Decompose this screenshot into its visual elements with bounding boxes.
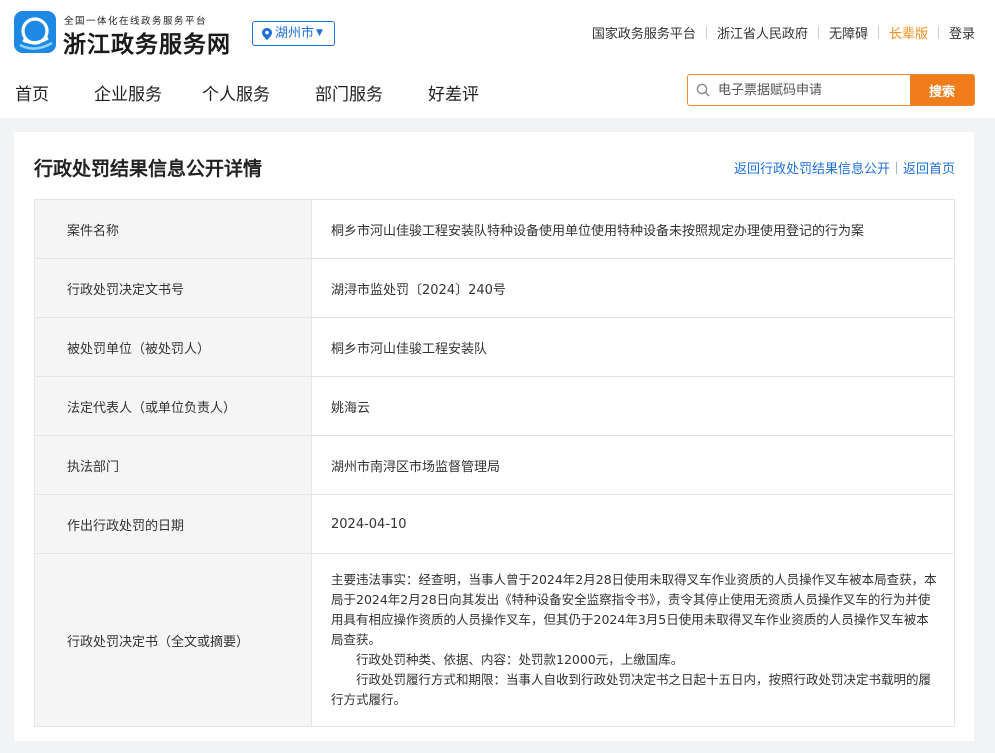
field-label: 案件名称: [34, 199, 312, 259]
field-label: 行政处罚决定书（全文或摘要）: [34, 553, 312, 727]
field-value: 湖浔市监处罚〔2024〕240号: [311, 258, 955, 318]
site-header: 全国一体化在线政务服务平台 浙江政务服务网 湖州市 ▼ 国家政务服务平台 浙江省…: [0, 0, 995, 118]
decision-paragraph: 行政处罚履行方式和期限：当事人自收到行政处罚决定书之日起十五日内，按照行政处罚决…: [331, 672, 932, 707]
location-pin-icon: [262, 27, 272, 40]
field-value: 桐乡市河山佳骏工程安装队特种设备使用单位使用特种设备未按照规定办理使用登记的行为…: [311, 199, 955, 259]
login-link[interactable]: 登录: [949, 23, 975, 42]
back-to-list-link[interactable]: 返回行政处罚结果信息公开: [734, 158, 890, 177]
nav-item-home[interactable]: 首页: [15, 80, 49, 105]
back-links: 返回行政处罚结果信息公开 返回首页: [734, 158, 955, 177]
field-label: 法定代表人（或单位负责人）: [34, 376, 312, 436]
chevron-down-icon: ▼: [316, 28, 323, 38]
decision-paragraph: 行政处罚种类、依据、内容：处罚款12000元，上缴国库。: [356, 652, 684, 667]
nav-item-rating[interactable]: 好差评: [428, 80, 479, 105]
page-title: 行政处罚结果信息公开详情: [34, 158, 263, 180]
search-button[interactable]: 搜索: [910, 75, 974, 105]
search-icon: [688, 75, 718, 105]
field-value: 姚海云: [311, 376, 955, 436]
field-value: 桐乡市河山佳骏工程安装队: [311, 317, 955, 377]
link-provincial-government[interactable]: 浙江省人民政府: [717, 23, 808, 42]
field-value: 湖州市南浔区市场监督管理局: [311, 435, 955, 495]
nav-item-personal[interactable]: 个人服务: [202, 80, 270, 105]
link-elder-mode[interactable]: 长辈版: [889, 23, 928, 42]
decision-text: 主要违法事实：经查明，当事人曾于2024年2月28日使用未取得叉车作业资质的人员…: [311, 553, 955, 727]
field-label: 执法部门: [34, 435, 312, 495]
table-row: 作出行政处罚的日期 2024-04-10: [34, 494, 955, 554]
field-value: 2024-04-10: [311, 494, 955, 554]
link-accessibility[interactable]: 无障碍: [829, 23, 868, 42]
table-row: 行政处罚决定书（全文或摘要） 主要违法事实：经查明，当事人曾于2024年2月28…: [34, 553, 955, 727]
nav-item-department[interactable]: 部门服务: [315, 80, 383, 105]
city-name: 湖州市: [275, 26, 315, 41]
divider: [895, 161, 897, 174]
main-nav: 首页 企业服务 个人服务 部门服务 好差评: [15, 80, 479, 105]
divider: [877, 26, 879, 39]
table-row: 案件名称 桐乡市河山佳骏工程安装队特种设备使用单位使用特种设备未按照规定办理使用…: [34, 199, 955, 259]
logo-title[interactable]: 浙江政务服务网: [63, 25, 231, 59]
table-row: 法定代表人（或单位负责人） 姚海云: [34, 376, 955, 436]
field-label: 行政处罚决定文书号: [34, 258, 312, 318]
decision-paragraph: 主要违法事实：经查明，当事人曾于2024年2月28日使用未取得叉车作业资质的人员…: [331, 572, 937, 647]
search-box: 搜索: [687, 74, 975, 106]
detail-table: 案件名称 桐乡市河山佳骏工程安装队特种设备使用单位使用特种设备未按照规定办理使用…: [34, 199, 955, 727]
logo-icon[interactable]: [14, 11, 56, 53]
field-label: 被处罚单位（被处罚人）: [34, 317, 312, 377]
detail-card: 行政处罚结果信息公开详情 返回行政处罚结果信息公开 返回首页 案件名称 桐乡市河…: [14, 132, 974, 741]
search-input[interactable]: [718, 75, 910, 105]
city-selector[interactable]: 湖州市 ▼: [252, 21, 335, 46]
table-row: 行政处罚决定文书号 湖浔市监处罚〔2024〕240号: [34, 258, 955, 318]
back-home-link[interactable]: 返回首页: [903, 158, 955, 177]
table-row: 执法部门 湖州市南浔区市场监督管理局: [34, 435, 955, 495]
table-row: 被处罚单位（被处罚人） 桐乡市河山佳骏工程安装队: [34, 317, 955, 377]
divider: [937, 26, 939, 39]
top-links: 国家政务服务平台 浙江省人民政府 无障碍 长辈版 登录: [592, 23, 975, 42]
divider: [705, 26, 707, 39]
divider: [817, 26, 819, 39]
field-label: 作出行政处罚的日期: [34, 494, 312, 554]
link-national-platform[interactable]: 国家政务服务平台: [592, 23, 696, 42]
nav-item-enterprise[interactable]: 企业服务: [94, 80, 162, 105]
